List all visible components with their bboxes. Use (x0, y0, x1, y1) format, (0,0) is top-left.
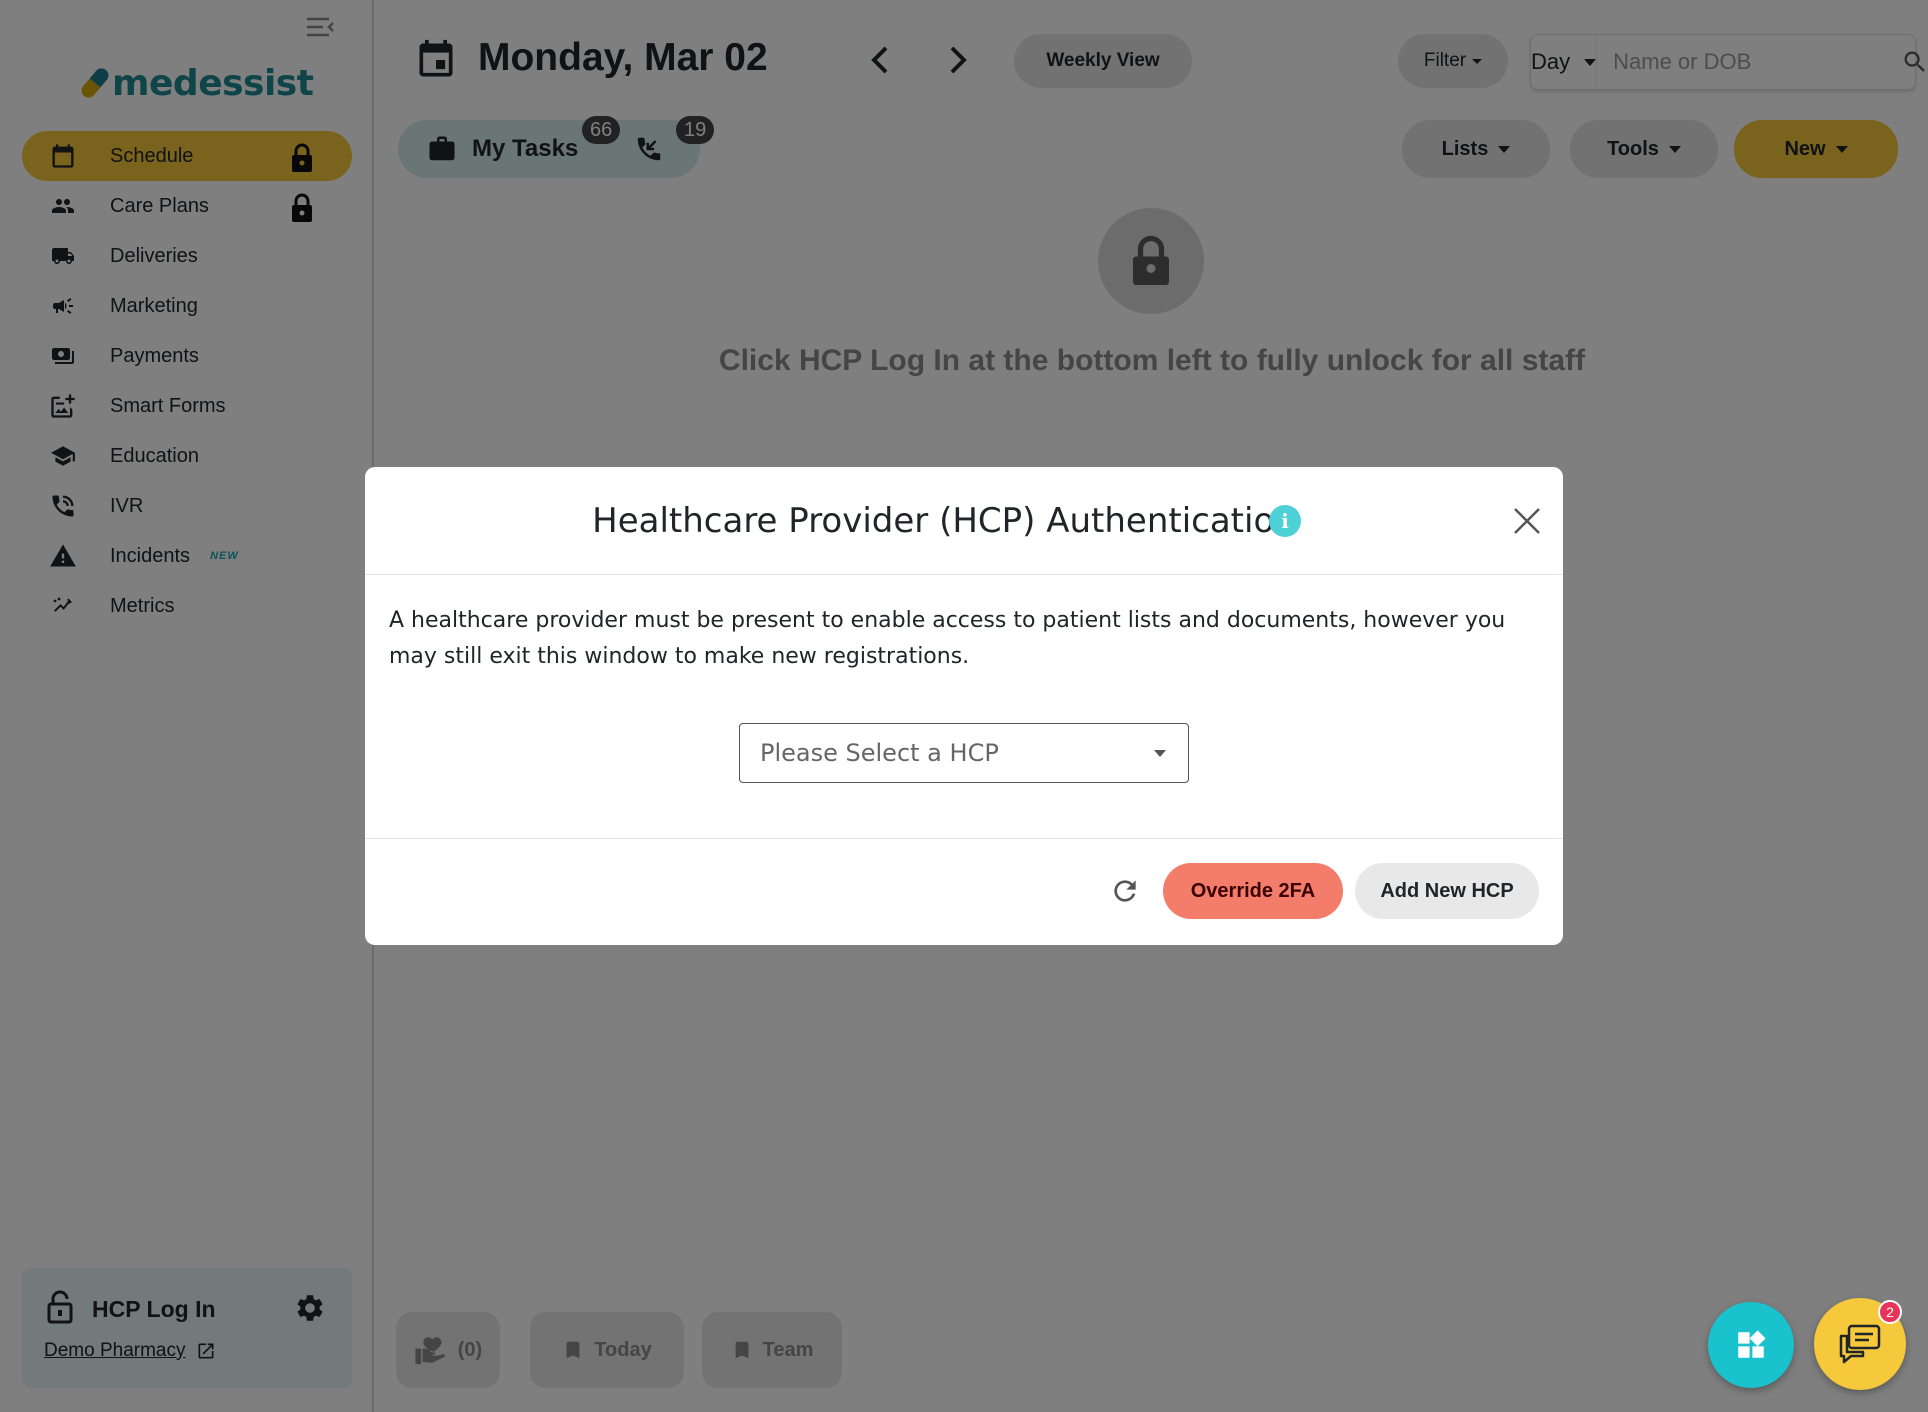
modal-description: A healthcare provider must be present to… (389, 608, 1506, 669)
hcp-select[interactable]: Please Select a HCP (739, 723, 1189, 783)
close-icon[interactable] (1511, 505, 1543, 537)
refresh-icon[interactable] (1109, 875, 1143, 909)
add-new-hcp-button[interactable]: Add New HCP (1355, 863, 1539, 919)
apps-fab-button[interactable] (1708, 1302, 1794, 1388)
hcp-auth-modal: Healthcare Provider (HCP) Authentication… (365, 467, 1563, 945)
caret-down-icon (1154, 750, 1166, 757)
modal-header: Healthcare Provider (HCP) Authentication… (365, 467, 1563, 575)
hcp-select-placeholder: Please Select a HCP (760, 739, 999, 767)
modal-body: A healthcare provider must be present to… (365, 575, 1563, 839)
info-icon[interactable]: i (1269, 505, 1301, 537)
chat-fab-button[interactable]: 2 (1814, 1298, 1906, 1390)
modal-footer: Override 2FA Add New HCP (365, 839, 1563, 945)
widgets-icon (1738, 1330, 1766, 1358)
override-2fa-button[interactable]: Override 2FA (1163, 863, 1343, 919)
modal-title: Healthcare Provider (HCP) Authentication (592, 501, 1296, 541)
chat-notification-badge: 2 (1878, 1300, 1902, 1324)
chat-icon (1839, 1324, 1881, 1364)
